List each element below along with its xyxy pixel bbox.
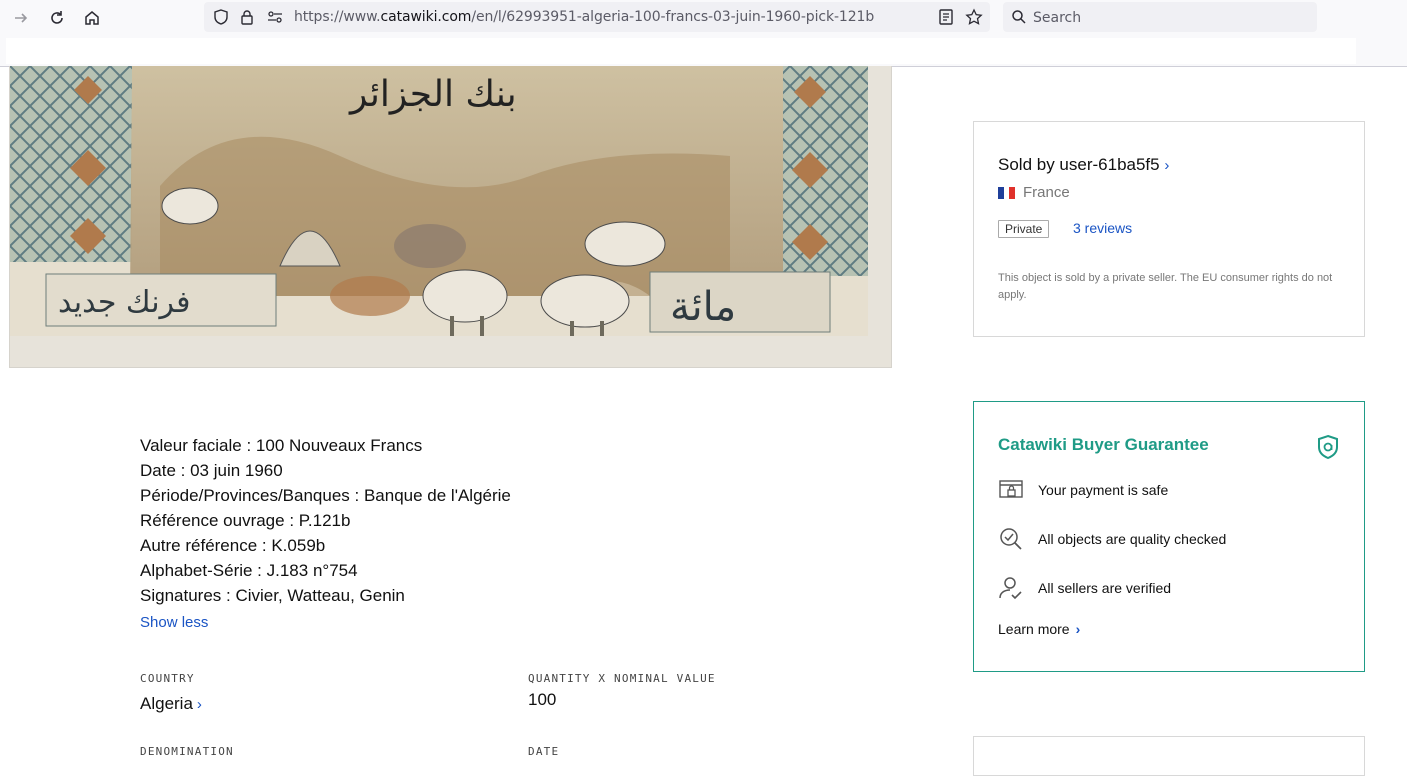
guarantee-title: Catawiki Buyer Guarantee [998, 435, 1209, 454]
country-label: COUNTRY [140, 672, 195, 685]
denomination-label: DENOMINATION [140, 745, 234, 758]
lock-icon[interactable] [238, 8, 256, 26]
page-top-strip [6, 38, 1356, 64]
search-placeholder: Search [1033, 10, 1082, 26]
quantity-label: QUANTITY X NOMINAL VALUE [528, 672, 716, 685]
search-icon [1012, 10, 1026, 24]
guarantee-shield-icon [1318, 434, 1338, 460]
bank-name-script: بنك الجزائر [348, 74, 517, 115]
guarantee-item-sellers: All sellers are verified [998, 575, 1171, 601]
forward-button[interactable] [9, 6, 33, 30]
new-franc-script: فرنك جديد [58, 285, 190, 320]
search-bar[interactable]: Search [1003, 2, 1317, 32]
france-flag-icon [998, 186, 1016, 199]
seller-card: Sold by user-61ba5f5 › France Private 3 … [973, 121, 1365, 337]
permissions-icon[interactable] [266, 8, 284, 26]
browser-toolbar: https://www.catawiki.com/en/l/62993951-a… [0, 0, 1407, 67]
chevron-right-icon: › [1164, 157, 1170, 174]
reader-view-icon[interactable] [937, 8, 955, 26]
description-line: Autre référence : K.059b [140, 536, 326, 555]
lot-description: Valeur faciale : 100 Nouveaux Francs Dat… [140, 433, 511, 608]
description-line: Date : 03 juin 1960 [140, 461, 283, 480]
description-line: Référence ouvrage : P.121b [140, 511, 351, 530]
payment-safe-icon [999, 480, 1023, 498]
shield-icon[interactable] [212, 8, 230, 26]
quality-check-icon [1000, 528, 1022, 550]
bookmark-star-icon[interactable] [965, 8, 983, 26]
description-line: Valeur faciale : 100 Nouveaux Francs [140, 436, 423, 455]
private-seller-badge: Private [998, 220, 1050, 238]
description-line: Période/Provinces/Banques : Banque de l'… [140, 486, 511, 505]
guarantee-item-payment: Your payment is safe [998, 477, 1168, 503]
quantity-value: 100 [528, 690, 557, 709]
country-value-link[interactable]: Algeria › [140, 694, 202, 714]
seller-name-link[interactable]: Sold by user-61ba5f5 › [998, 155, 1169, 175]
seller-country: France [998, 184, 1070, 201]
show-less-link[interactable]: Show less [140, 614, 208, 631]
consumer-rights-notice: This object is sold by a private seller.… [998, 272, 1333, 301]
buyer-guarantee-card: Catawiki Buyer Guarantee Your payment is… [973, 401, 1365, 672]
guarantee-item-quality: All objects are quality checked [998, 526, 1226, 552]
seller-reviews-link[interactable]: 3 reviews [1073, 220, 1132, 236]
hundred-script: مائة [670, 284, 736, 330]
arrow-right-icon [15, 13, 28, 23]
chevron-right-icon: › [196, 696, 202, 713]
url-text[interactable]: https://www.catawiki.com/en/l/62993951-a… [294, 9, 874, 25]
home-button[interactable] [80, 6, 104, 30]
reload-icon [51, 11, 63, 24]
next-info-card [973, 736, 1365, 776]
verified-seller-icon [999, 577, 1022, 600]
reload-button[interactable] [45, 6, 69, 30]
banknote-illustration: بنك الجزائر فرنك جديد مائة [10, 66, 891, 367]
home-icon [85, 11, 99, 25]
banknote-image[interactable]: بنك الجزائر فرنك جديد مائة [9, 66, 892, 368]
address-bar[interactable]: https://www.catawiki.com/en/l/62993951-a… [204, 2, 990, 32]
learn-more-link[interactable]: Learn more › [998, 621, 1080, 637]
chevron-right-icon: › [1075, 621, 1081, 637]
description-line: Signatures : Civier, Watteau, Genin [140, 586, 405, 605]
date-label: DATE [528, 745, 560, 758]
description-line: Alphabet-Série : J.183 n°754 [140, 561, 358, 580]
